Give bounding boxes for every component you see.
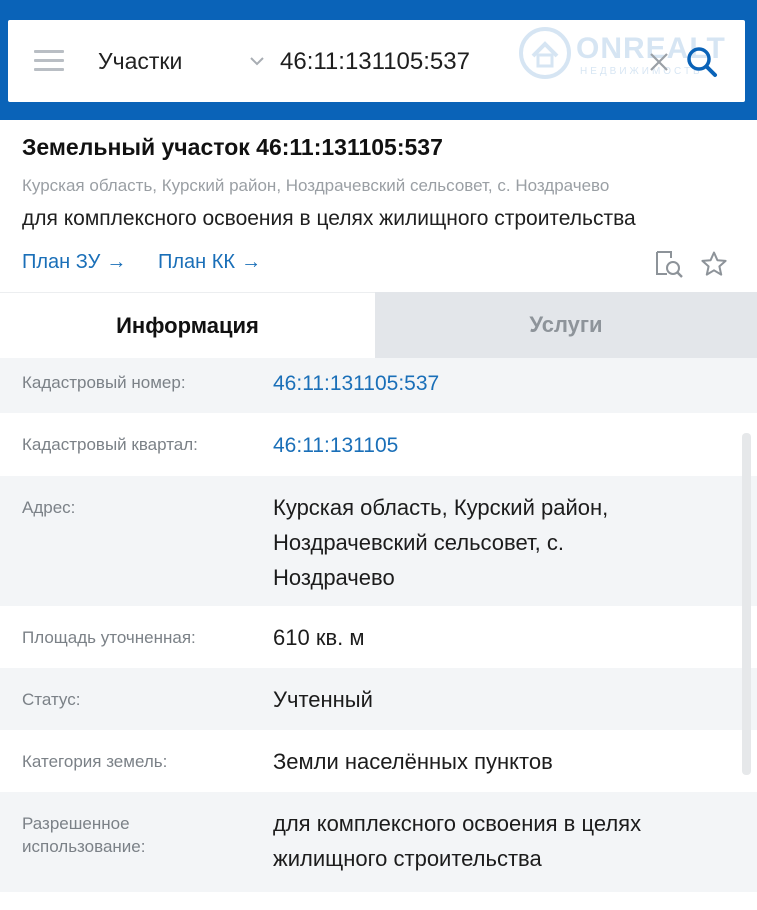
plan-kk-link-label: План КК [158, 251, 236, 273]
star-icon[interactable] [700, 250, 728, 278]
info-key: Кадастровый номер: [22, 373, 186, 392]
search-input[interactable] [278, 40, 642, 84]
info-row-cadastral-number: Кадастровый номер: 46:11:131105:537 [0, 358, 757, 413]
tab-services[interactable]: Услуги [375, 292, 757, 358]
info-key: Адрес: [22, 498, 76, 517]
scrollbar[interactable] [742, 433, 751, 775]
arrow-right-icon: → [241, 251, 262, 273]
chevron-down-icon [250, 57, 264, 66]
tab-bar: Информация Услуги [0, 292, 757, 359]
top-search-bar: Участки ONREALT НЕДВИЖИМОСТЬ [0, 0, 757, 120]
info-value: Земли населённых пунктов [273, 749, 553, 774]
info-key: Площадь уточненная: [22, 628, 196, 647]
info-key: Статус: [22, 690, 81, 709]
plan-zu-link-label: План ЗУ [22, 251, 101, 273]
tab-information[interactable]: Информация [0, 292, 375, 359]
cadastral-number-link[interactable]: 46:11:131105:537 [273, 366, 713, 401]
info-row-land-category: Категория земель: Земли населённых пункт… [0, 730, 757, 792]
close-icon[interactable] [646, 49, 672, 75]
info-key: Разрешенное использование: [22, 812, 145, 858]
document-search-icon[interactable] [653, 248, 685, 280]
info-value: Курская область, Курский район, Ноздраче… [273, 490, 713, 595]
info-value: для комплексного освоения в целях жилищн… [273, 806, 713, 876]
info-value: 610 кв. м [273, 625, 365, 650]
address-line: Ноздрачевский сельсовет, с. [273, 530, 564, 555]
info-value-line: жилищного строительства [273, 846, 542, 871]
info-row-status: Статус: Учтенный [0, 668, 757, 730]
info-key-line: использование: [22, 837, 146, 856]
hamburger-menu-icon[interactable] [34, 50, 64, 72]
purpose-text: для комплексного освоения в целях жилищн… [22, 207, 636, 230]
address-subtitle: Курская область, Курский район, Ноздраче… [22, 176, 610, 195]
page-title: Земельный участок 46:11:131105:537 [22, 134, 443, 160]
info-row-cadastral-quarter: Кадастровый квартал: 46:11:131105 [0, 413, 757, 476]
info-row-address: Адрес: Курская область, Курский район, Н… [0, 476, 757, 606]
address-line: Курская область, Курский район, [273, 495, 609, 520]
info-key: Кадастровый квартал: [22, 435, 198, 454]
cadastral-quarter-link[interactable]: 46:11:131105 [273, 428, 713, 463]
info-row-area: Площадь уточненная: 610 кв. м [0, 606, 757, 668]
info-key-line: Разрешенное [22, 814, 130, 833]
category-dropdown-label: Участки [98, 47, 183, 74]
search-box: Участки ONREALT НЕДВИЖИМОСТЬ [8, 20, 745, 102]
info-row-permitted-use: Разрешенное использование: для комплексн… [0, 792, 757, 892]
info-key: Категория земель: [22, 752, 168, 771]
search-icon[interactable] [684, 44, 720, 80]
plan-zu-link[interactable]: План ЗУ → [22, 251, 126, 274]
info-value-line: для комплексного освоения в целях [273, 811, 642, 836]
arrow-right-icon: → [106, 251, 127, 273]
category-dropdown[interactable]: Участки [98, 42, 273, 80]
info-value: Учтенный [273, 687, 373, 712]
address-line: Ноздрачево [273, 565, 395, 590]
plan-kk-link[interactable]: План КК → [158, 251, 261, 274]
